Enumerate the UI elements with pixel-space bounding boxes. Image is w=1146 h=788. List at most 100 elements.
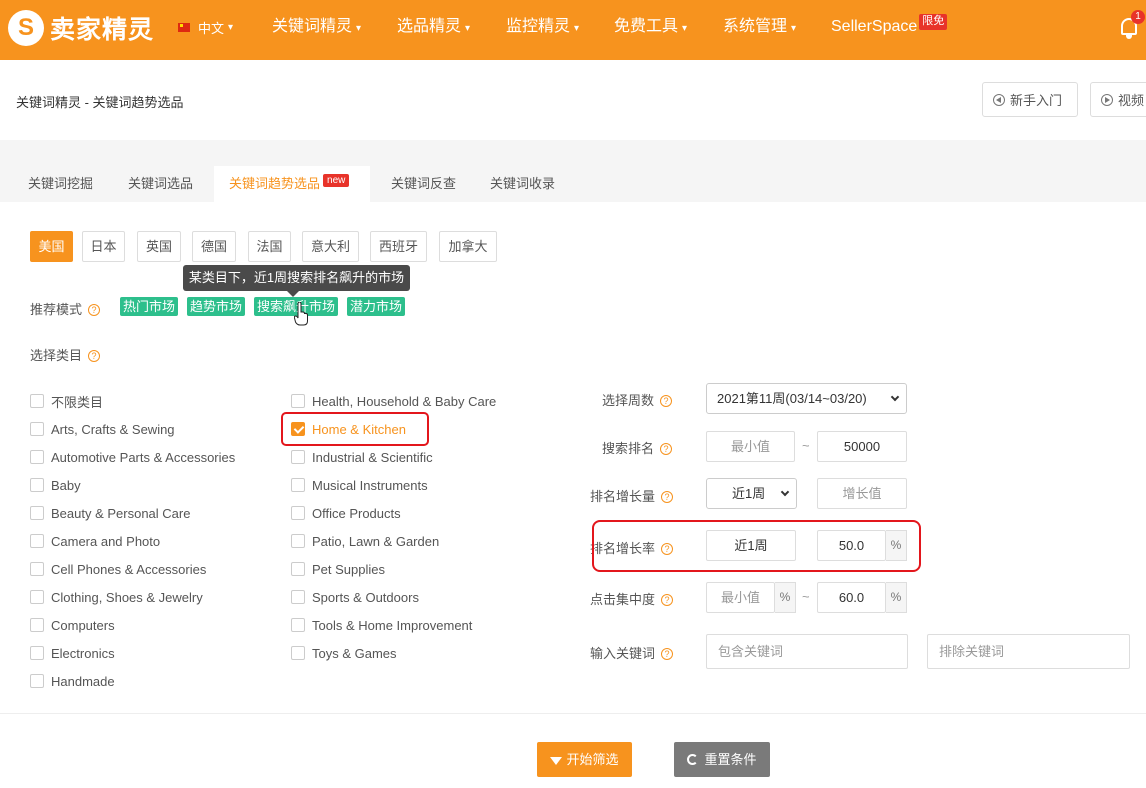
checkbox[interactable]: [30, 674, 44, 688]
rank-growth-period-select[interactable]: 近1周: [706, 478, 797, 509]
country-us[interactable]: 美国: [30, 231, 73, 262]
category-checkbox[interactable]: Musical Instruments: [291, 476, 428, 494]
logo-icon: S: [8, 10, 44, 46]
country-es[interactable]: 西班牙: [370, 231, 427, 262]
help-icon[interactable]: ?: [661, 490, 674, 503]
checkbox[interactable]: [291, 562, 305, 576]
category-option-label: Cell Phones & Accessories: [51, 561, 207, 577]
checkbox[interactable]: [30, 534, 44, 548]
category-checkbox[interactable]: Sports & Outdoors: [291, 588, 419, 606]
help-icon[interactable]: ?: [88, 349, 101, 362]
reset-conditions-button[interactable]: 重置条件: [674, 742, 770, 777]
category-option-label: Industrial & Scientific: [312, 449, 433, 465]
country-jp[interactable]: 日本: [82, 231, 125, 262]
category-checkbox[interactable]: Computers: [30, 616, 115, 634]
mode-potential-market[interactable]: 潜力市场: [347, 297, 406, 316]
country-de[interactable]: 德国: [192, 231, 236, 262]
checkbox[interactable]: [30, 450, 44, 464]
nav-system-management[interactable]: 系统管理 ▾: [723, 0, 796, 54]
nav-label: 关键词精灵: [272, 18, 353, 35]
checkbox[interactable]: [291, 478, 305, 492]
checkbox[interactable]: [30, 618, 44, 632]
category-checkbox[interactable]: Electronics: [30, 644, 115, 662]
category-checkbox[interactable]: Beauty & Personal Care: [30, 504, 190, 522]
beginner-guide-button[interactable]: 新手入门: [982, 82, 1078, 117]
nav-product-wizard[interactable]: 选品精灵 ▾: [397, 0, 470, 54]
category-checkbox[interactable]: Toys & Games: [291, 644, 397, 662]
checkbox[interactable]: [30, 422, 44, 436]
country-fr[interactable]: 法国: [248, 231, 291, 262]
category-checkbox[interactable]: Industrial & Scientific: [291, 448, 433, 466]
bell-icon[interactable]: 1: [1119, 10, 1145, 42]
tab-keyword-product[interactable]: 关键词选品: [113, 166, 208, 202]
search-rank-min-input[interactable]: 最小值: [706, 431, 795, 462]
video-button[interactable]: 视频: [1090, 82, 1146, 117]
help-icon[interactable]: ?: [661, 593, 674, 606]
category-option-label: 不限类目: [51, 394, 104, 410]
category-checkbox[interactable]: Baby: [30, 476, 81, 494]
checkbox[interactable]: [30, 590, 44, 604]
nav-monitor-wizard[interactable]: 监控精灵 ▾: [506, 0, 579, 54]
checkbox[interactable]: [291, 506, 305, 520]
nav-keyword-wizard[interactable]: 关键词精灵 ▾: [272, 0, 361, 54]
category-checkbox[interactable]: 不限类目: [30, 392, 103, 410]
logo[interactable]: S 卖家精灵: [8, 10, 154, 46]
category-option-label: Patio, Lawn & Garden: [312, 533, 440, 549]
help-icon[interactable]: ?: [661, 647, 674, 660]
rank-growth-value-input[interactable]: 增长值: [817, 478, 907, 509]
country-ca[interactable]: 加拿大: [439, 231, 497, 262]
category-checkbox[interactable]: Pet Supplies: [291, 560, 385, 578]
tab-keyword-trend-product[interactable]: 关键词趋势选品 new: [214, 166, 370, 202]
tab-keyword-mining[interactable]: 关键词挖掘: [13, 166, 108, 202]
help-icon[interactable]: ?: [88, 303, 101, 316]
category-checkbox[interactable]: Patio, Lawn & Garden: [291, 532, 439, 550]
week-select[interactable]: 2021第11周(03/14~03/20): [706, 383, 907, 414]
country-it[interactable]: 意大利: [302, 231, 359, 262]
checkbox[interactable]: [291, 618, 305, 632]
checkbox[interactable]: [30, 506, 44, 520]
breadcrumb-bar: 关键词精灵 - 关键词趋势选品 新手入门 视频: [0, 60, 1146, 140]
category-checkbox[interactable]: Automotive Parts & Accessories: [30, 448, 235, 466]
nav-sellerspace[interactable]: SellerSpace 限免: [831, 0, 948, 54]
category-checkbox[interactable]: Clothing, Shoes & Jewelry: [30, 588, 203, 606]
category-checkbox[interactable]: Arts, Crafts & Sewing: [30, 420, 175, 438]
start-filter-button[interactable]: 开始筛选: [537, 742, 632, 777]
category-option-label: Arts, Crafts & Sewing: [51, 421, 175, 437]
checkbox[interactable]: [291, 394, 305, 408]
checkbox[interactable]: [30, 478, 44, 492]
checkbox[interactable]: [291, 450, 305, 464]
chevron-down-icon: ▾: [791, 23, 797, 34]
include-keyword-input[interactable]: 包含关键词: [706, 634, 908, 669]
checkbox[interactable]: [291, 534, 305, 548]
help-icon[interactable]: ?: [660, 442, 672, 455]
help-icon[interactable]: ?: [660, 394, 672, 407]
search-rank-max-input[interactable]: 50000: [817, 431, 907, 462]
click-concentration-max-input[interactable]: 60.0: [817, 582, 886, 613]
chevron-down-icon: ▾: [228, 22, 234, 33]
filter-icon: [550, 756, 563, 765]
click-concentration-min-input[interactable]: 最小值: [706, 582, 775, 613]
category-checkbox[interactable]: Office Products: [291, 504, 401, 522]
tab-keyword-reverse[interactable]: 关键词反查: [376, 166, 471, 202]
category-checkbox[interactable]: Camera and Photo: [30, 532, 160, 550]
nav-free-tools[interactable]: 免费工具 ▾: [614, 0, 687, 54]
checkbox[interactable]: [30, 394, 44, 408]
country-uk[interactable]: 英国: [137, 231, 181, 262]
category-checkbox[interactable]: Handmade: [30, 672, 115, 690]
category-checkbox[interactable]: Cell Phones & Accessories: [30, 560, 206, 578]
mode-trend-market[interactable]: 趋势市场: [187, 297, 246, 316]
checkbox[interactable]: [30, 646, 44, 660]
reset-conditions-label: 重置条件: [704, 752, 757, 767]
tab-keyword-indexing[interactable]: 关键词收录: [475, 166, 570, 202]
exclude-keyword-input[interactable]: 排除关键词: [927, 634, 1130, 669]
mode-hot-market[interactable]: 热门市场: [120, 297, 179, 316]
checkbox[interactable]: [30, 562, 44, 576]
checkbox[interactable]: [291, 646, 305, 660]
checkbox[interactable]: [291, 590, 305, 604]
click-concentration-min-placeholder: 最小值: [720, 590, 760, 605]
language-selector[interactable]: 中文 ▾: [178, 18, 233, 37]
rank-growth-placeholder: 增长值: [842, 486, 882, 501]
category-checkbox[interactable]: Tools & Home Improvement: [291, 616, 472, 634]
category-checkbox[interactable]: Health, Household & Baby Care: [291, 392, 496, 410]
language-label: 中文: [198, 21, 225, 36]
